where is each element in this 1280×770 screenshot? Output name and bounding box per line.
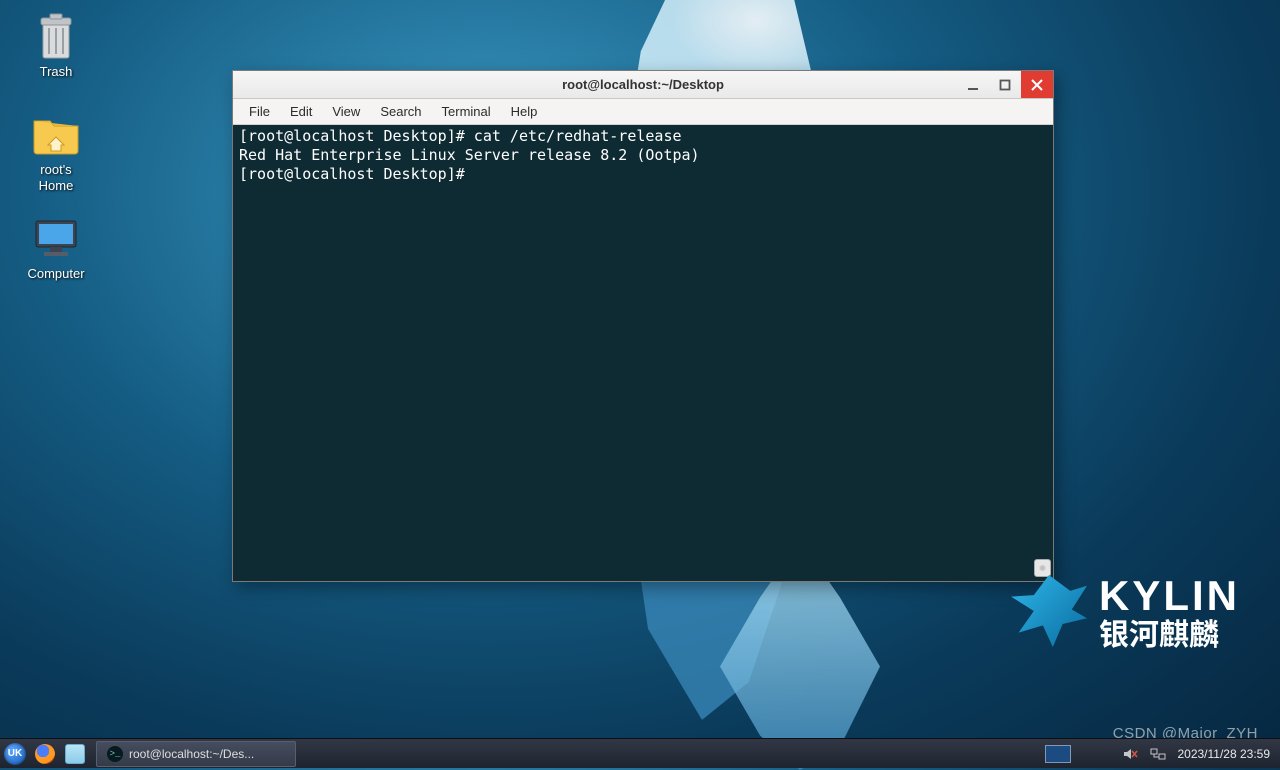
brand-logo: KYLIN 银河麒麟 bbox=[1011, 575, 1240, 647]
menu-terminal[interactable]: Terminal bbox=[432, 101, 501, 122]
menubar: File Edit View Search Terminal Help bbox=[233, 99, 1053, 125]
workspace-switcher[interactable] bbox=[1045, 745, 1071, 763]
window-minimize-button[interactable] bbox=[957, 71, 989, 98]
desktop-icon-home[interactable]: root's Home bbox=[8, 110, 104, 195]
terminal-window: root@localhost:~/Desktop File Edit bbox=[232, 70, 1054, 582]
terminal-icon: >_ bbox=[107, 746, 123, 762]
terminal-line: Red Hat Enterprise Linux Server release … bbox=[239, 146, 1047, 165]
maximize-icon bbox=[999, 79, 1011, 91]
menu-file[interactable]: File bbox=[239, 101, 280, 122]
network-icon bbox=[1150, 746, 1166, 762]
terminal-line: [root@localhost Desktop]# bbox=[239, 165, 1047, 184]
start-menu-icon: UK bbox=[4, 743, 26, 765]
menu-search[interactable]: Search bbox=[370, 101, 431, 122]
folder-home-icon bbox=[32, 113, 80, 155]
terminal-line: [root@localhost Desktop]# cat /etc/redha… bbox=[239, 127, 1047, 146]
menu-help[interactable]: Help bbox=[501, 101, 548, 122]
volume-muted-icon bbox=[1122, 746, 1138, 762]
file-manager-icon bbox=[65, 744, 85, 764]
volume-tray-icon[interactable] bbox=[1121, 745, 1139, 763]
file-manager-launcher[interactable] bbox=[60, 739, 90, 769]
desktop-icon-label: root's Home bbox=[8, 162, 104, 195]
desktop-icon-label: Computer bbox=[8, 266, 104, 282]
taskbar-item-terminal[interactable]: >_ root@localhost:~/Des... bbox=[96, 741, 296, 767]
taskbar: UK >_ root@localhost:~/Des... bbox=[0, 738, 1280, 768]
minimize-icon bbox=[967, 79, 979, 91]
terminal-body[interactable]: [root@localhost Desktop]# cat /etc/redha… bbox=[233, 125, 1053, 581]
menu-view[interactable]: View bbox=[322, 101, 370, 122]
firefox-launcher[interactable] bbox=[30, 739, 60, 769]
menu-edit[interactable]: Edit bbox=[280, 101, 322, 122]
desktop: Trash root's Home Computer root@localhos… bbox=[0, 0, 1280, 768]
start-menu-button[interactable]: UK bbox=[0, 739, 30, 769]
brand-text-cn: 银河麒麟 bbox=[1099, 617, 1240, 647]
network-tray-icon[interactable] bbox=[1149, 745, 1167, 763]
firefox-icon bbox=[35, 744, 55, 764]
window-close-button[interactable] bbox=[1021, 71, 1053, 98]
taskbar-item-label: root@localhost:~/Des... bbox=[129, 747, 254, 761]
kylin-fox-icon bbox=[1011, 575, 1087, 647]
desktop-icon-trash[interactable]: Trash bbox=[8, 12, 104, 80]
window-title: root@localhost:~/Desktop bbox=[233, 77, 1053, 92]
close-icon bbox=[1031, 79, 1043, 91]
window-titlebar[interactable]: root@localhost:~/Desktop bbox=[233, 71, 1053, 99]
window-maximize-button[interactable] bbox=[989, 71, 1021, 98]
taskbar-clock[interactable]: 2023/11/28 23:59 bbox=[1177, 747, 1270, 761]
desktop-icon-computer[interactable]: Computer bbox=[8, 214, 104, 282]
trash-icon bbox=[35, 12, 77, 60]
computer-icon bbox=[32, 217, 80, 259]
desktop-icon-label: Trash bbox=[8, 64, 104, 80]
